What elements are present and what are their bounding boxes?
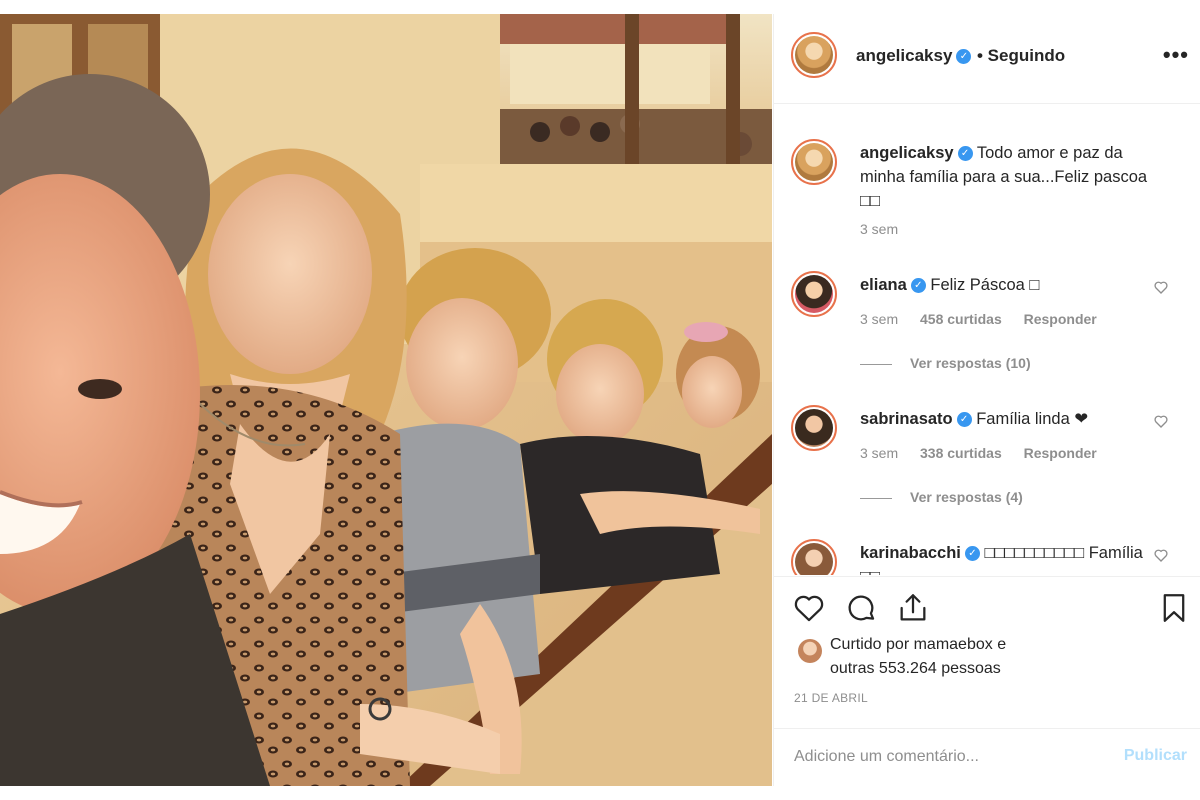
author-avatar[interactable] xyxy=(791,32,837,78)
comment-input[interactable] xyxy=(794,743,1094,771)
comment-avatar[interactable] xyxy=(791,405,837,451)
reply-button[interactable]: Responder xyxy=(1024,445,1097,461)
replies-divider xyxy=(860,363,892,365)
caption-username[interactable]: angelicaksy xyxy=(860,144,954,162)
post-header: angelicaksy ✓ • Seguindo ••• xyxy=(774,14,1200,104)
bookmark-icon[interactable] xyxy=(1157,591,1191,625)
view-replies-button[interactable]: Ver respostas (4) xyxy=(860,489,1023,505)
verified-badge-icon: ✓ xyxy=(910,278,926,294)
post-date[interactable]: 21 DE ABRIL xyxy=(794,691,868,705)
post-photo[interactable] xyxy=(0,14,772,786)
publish-button[interactable]: Publicar xyxy=(1124,747,1187,765)
view-replies-label[interactable]: Ver respostas (10) xyxy=(910,355,1031,371)
reply-button[interactable]: Responder xyxy=(1024,311,1097,327)
comment-username[interactable]: karinabacchi xyxy=(860,544,961,562)
follow-status[interactable]: • Seguindo xyxy=(977,46,1065,66)
comment-avatar[interactable] xyxy=(791,539,837,575)
comments-list[interactable]: angelicaksy ✓ Todo amor e paz da minha fa… xyxy=(774,105,1200,575)
likes-summary-line2[interactable]: outras 553.264 pessoas xyxy=(830,657,1006,681)
comment-likes[interactable]: 338 curtidas xyxy=(920,445,1002,461)
caption-meta: 3 sem xyxy=(860,221,916,237)
more-options-icon[interactable]: ••• xyxy=(1163,42,1189,68)
comment-time[interactable]: 3 sem xyxy=(860,311,898,327)
view-replies-label[interactable]: Ver respostas (4) xyxy=(910,489,1023,505)
comment-icon[interactable] xyxy=(844,591,878,625)
comment-text-block: eliana ✓ Feliz Páscoa □ xyxy=(860,273,1160,297)
liked-by-avatar[interactable] xyxy=(798,639,822,663)
author-username[interactable]: angelicaksy ✓ xyxy=(856,46,972,66)
comment-text: Família linda ❤ xyxy=(971,410,1089,428)
comment-like-heart-icon[interactable] xyxy=(1153,279,1169,295)
comment-meta: 3 sem 338 curtidas Responder xyxy=(860,445,1115,461)
comment-likes[interactable]: 458 curtidas xyxy=(920,311,1002,327)
verified-badge-icon: ✓ xyxy=(956,412,972,428)
comment-text: Feliz Páscoa □ xyxy=(925,276,1040,294)
post-details-panel: angelicaksy ✓ • Seguindo ••• angelicaksy ✓… xyxy=(773,14,1200,786)
share-icon[interactable] xyxy=(896,591,930,625)
heart-icon[interactable] xyxy=(792,591,826,625)
caption-time[interactable]: 3 sem xyxy=(860,221,898,237)
author-username-text[interactable]: angelicaksy xyxy=(856,46,952,65)
comment-avatar[interactable] xyxy=(791,271,837,317)
verified-badge-icon: ✓ xyxy=(964,546,980,562)
comment-like-heart-icon[interactable] xyxy=(1153,413,1169,429)
caption-text-block: angelicaksy ✓ Todo amor e paz da minha fa… xyxy=(860,141,1160,213)
add-comment-bar: Publicar xyxy=(774,728,1200,786)
family-photo-illustration xyxy=(0,14,772,786)
comment-username[interactable]: eliana xyxy=(860,276,907,294)
comment-like-heart-icon[interactable] xyxy=(1153,547,1169,563)
post-actions: Curtido por mamaebox e outras 553.264 pe… xyxy=(774,576,1200,728)
likes-summary[interactable]: Curtido por mamaebox e outras 553.264 pe… xyxy=(830,633,1006,681)
comment-text-block: karinabacchi✓ □□□□□□□□□□ Família □□ xyxy=(860,541,1160,575)
likes-summary-line1[interactable]: Curtido por mamaebox e xyxy=(830,633,1006,657)
comment-username[interactable]: sabrinasato xyxy=(860,410,953,428)
verified-badge-icon: ✓ xyxy=(957,146,973,162)
replies-divider xyxy=(860,497,892,499)
verified-badge-icon: ✓ xyxy=(956,49,972,65)
comment-text-block: sabrinasato ✓ Família linda ❤ xyxy=(860,407,1160,431)
comment-time[interactable]: 3 sem xyxy=(860,445,898,461)
caption-avatar[interactable] xyxy=(791,139,837,185)
view-replies-button[interactable]: Ver respostas (10) xyxy=(860,355,1031,371)
comment-meta: 3 sem 458 curtidas Responder xyxy=(860,311,1115,327)
